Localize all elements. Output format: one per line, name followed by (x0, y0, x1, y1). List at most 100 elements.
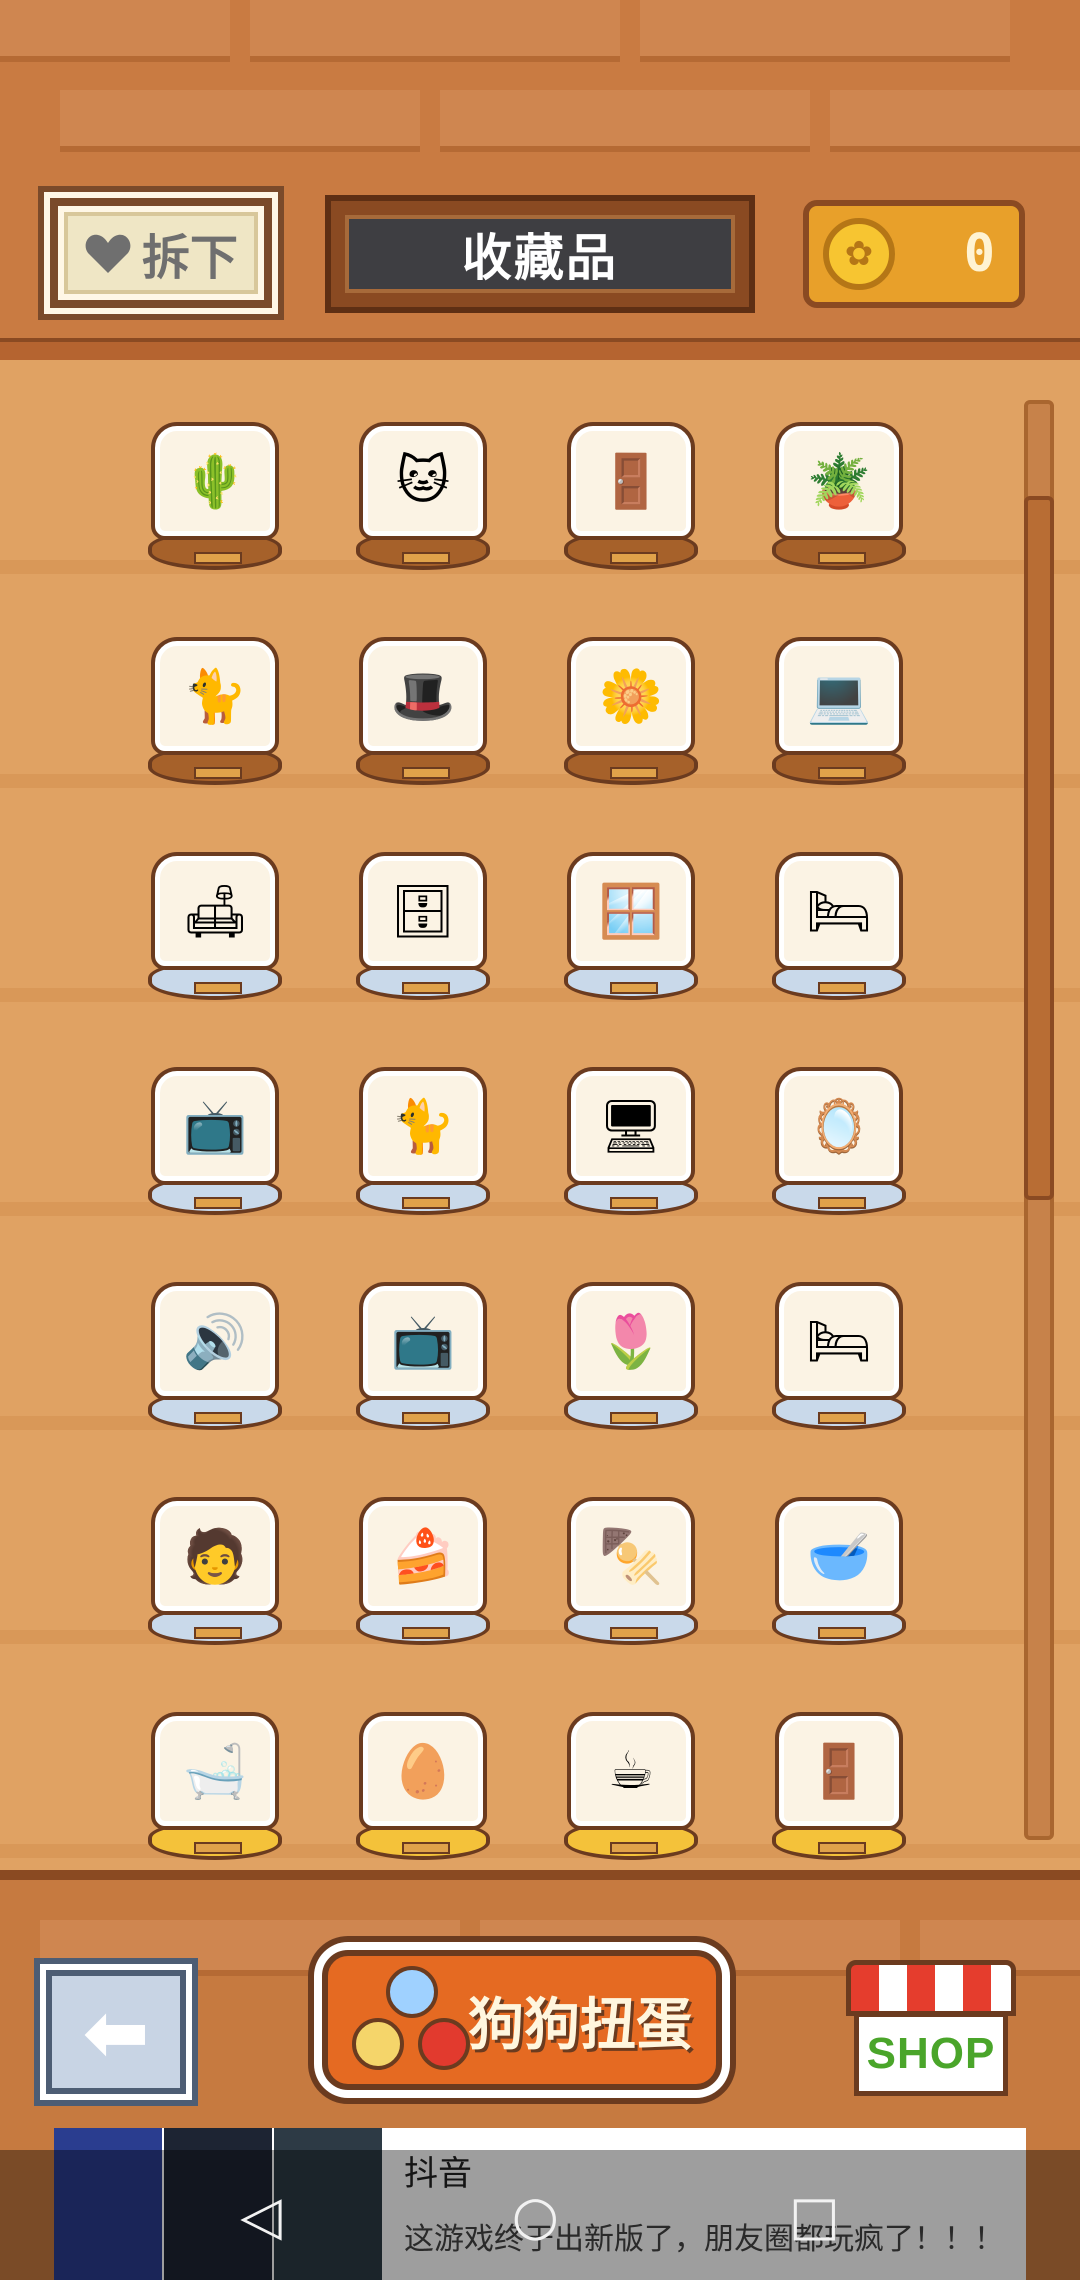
collectible-cat-with-bowls[interactable]: 🥣 (764, 1445, 914, 1645)
scrollbar-thumb[interactable] (1024, 496, 1054, 1200)
cat-in-cabinet-figure: 🗄 (363, 856, 483, 966)
nav-home-icon[interactable]: ○ (512, 2184, 559, 2247)
unpin-label: 拆下 (141, 230, 238, 286)
collectible-green-cat[interactable]: 🐈 (348, 1015, 498, 1215)
paw-coin-icon: ✿ (823, 218, 895, 290)
cat-with-plant-stool-figure: 🪴 (779, 426, 899, 536)
top-shelf-edge (0, 338, 1080, 360)
shop-awning-icon (846, 1960, 1016, 2016)
collectible-cat-in-cabinet[interactable]: 🗄 (348, 800, 498, 1000)
silver-pedestal (772, 1605, 906, 1645)
cat-in-bathtub-figure: 🛁 (155, 1716, 275, 1826)
back-arrow-icon: ⬅ (82, 1985, 150, 2079)
collectible-curled-cat[interactable]: 🐈 (140, 585, 290, 785)
cat-doorway-figure: 🚪 (779, 1716, 899, 1826)
nav-back-icon[interactable]: ◁ (240, 2184, 282, 2247)
collectible-cat-under-table[interactable]: 🍰 (348, 1445, 498, 1645)
silver-pedestal (356, 1605, 490, 1645)
collectible-cat-at-window[interactable]: 🪟 (556, 800, 706, 1000)
silver-pedestal (564, 1175, 698, 1215)
coin-count: 0 (963, 224, 995, 284)
collectible-cat-with-flowers[interactable]: 🌼 (556, 585, 706, 785)
collectible-cat-on-coat-rack[interactable]: 🐱 (348, 370, 498, 570)
tv-stand-figure: 📺 (363, 1286, 483, 1396)
silver-pedestal (148, 960, 282, 1000)
gacha-balls-icon (342, 1966, 482, 2086)
cat-in-bed-cushion-figure: 🛏 (779, 1286, 899, 1396)
wood-pedestal (772, 745, 906, 785)
silver-pedestal (772, 1390, 906, 1430)
silver-pedestal (356, 1390, 490, 1430)
collectible-cat-computer[interactable]: 🖥 (556, 1015, 706, 1215)
cat-with-laptop-figure: 💻 (779, 641, 899, 751)
back-button[interactable]: ⬅ (46, 1970, 186, 2094)
collectible-cat-with-skewer[interactable]: 🍢 (556, 1445, 706, 1645)
gacha-button[interactable]: 狗狗扭蛋 (322, 1950, 722, 2090)
unpin-button[interactable]: 拆下 (50, 198, 272, 308)
heart-icon (85, 234, 131, 273)
wood-pedestal (564, 745, 698, 785)
silver-pedestal (356, 1175, 490, 1215)
collectible-cat-on-bed[interactable]: 🛏 (764, 800, 914, 1000)
collectible-cat-with-plant-stool[interactable]: 🪴 (764, 370, 914, 570)
nav-recents-icon[interactable]: □ (789, 2184, 840, 2247)
cat-on-coat-rack-figure: 🐱 (363, 426, 483, 536)
silver-pedestal (356, 960, 490, 1000)
page-title: 收藏品 (462, 229, 618, 287)
wood-pedestal (564, 530, 698, 570)
gold-pedestal (148, 1820, 282, 1860)
cat-computer-figure: 🖥 (571, 1071, 691, 1181)
collectible-cat-with-planter[interactable]: 🌷 (556, 1230, 706, 1430)
cat-at-window-figure: 🪟 (571, 856, 691, 966)
wood-pedestal (356, 530, 490, 570)
green-cat-figure: 🐈 (363, 1071, 483, 1181)
gold-pedestal (356, 1820, 490, 1860)
gacha-label: 狗狗扭蛋 (468, 1992, 692, 2058)
wood-pedestal (148, 745, 282, 785)
silver-pedestal (148, 1175, 282, 1215)
collectible-cat-with-hat[interactable]: 🎩 (348, 585, 498, 785)
wardrobe-figure: 🚪 (571, 426, 691, 536)
collectible-cat-in-bed-cushion[interactable]: 🛏 (764, 1230, 914, 1430)
collectible-cat-in-bathtub[interactable]: 🛁 (140, 1660, 290, 1860)
cat-on-armchair-figure: 🛋 (155, 856, 275, 966)
cat-on-bed-figure: 🛏 (779, 856, 899, 966)
cat-with-owner-figure: 🧑 (155, 1501, 275, 1611)
shop-label: SHOP (866, 2029, 996, 2078)
shop-button[interactable]: SHOP (846, 1960, 1016, 2096)
cat-with-hat-figure: 🎩 (363, 641, 483, 751)
collectible-cat-with-speaker[interactable]: 🔊 (140, 1230, 290, 1430)
collectible-cat-at-cafe[interactable]: ☕ (556, 1660, 706, 1860)
collectible-cat-with-owner[interactable]: 🧑 (140, 1445, 290, 1645)
collectible-cat-doorway[interactable]: 🚪 (764, 1660, 914, 1860)
cat-at-cafe-figure: ☕ (571, 1716, 691, 1826)
silver-pedestal (564, 960, 698, 1000)
cat-with-speaker-figure: 🔊 (155, 1286, 275, 1396)
collectible-tv-cabinet[interactable]: 📺 (140, 1015, 290, 1215)
page-title-frame: 收藏品 (325, 195, 755, 313)
silver-pedestal (772, 960, 906, 1000)
cat-under-table-figure: 🍰 (363, 1501, 483, 1611)
cat-mirror-figure: 🪞 (779, 1071, 899, 1181)
gold-pedestal (564, 1820, 698, 1860)
curled-cat-figure: 🐈 (155, 641, 275, 751)
silver-pedestal (564, 1390, 698, 1430)
wood-pedestal (772, 530, 906, 570)
collectible-cat-with-laptop[interactable]: 💻 (764, 585, 914, 785)
wood-pedestal (148, 530, 282, 570)
collectible-tv-stand[interactable]: 📺 (348, 1230, 498, 1430)
collectible-cat-on-armchair[interactable]: 🛋 (140, 800, 290, 1000)
collectible-cat-with-mirror-egg[interactable]: 🥚 (348, 1660, 498, 1860)
silver-pedestal (148, 1390, 282, 1430)
coin-counter: ✿ 0 (803, 200, 1025, 308)
silver-pedestal (148, 1605, 282, 1645)
collectible-wardrobe[interactable]: 🚪 (556, 370, 706, 570)
collectible-cat-with-cactus[interactable]: 🌵 (140, 370, 290, 570)
cat-with-bowls-figure: 🥣 (779, 1501, 899, 1611)
system-nav-bar: ◁ ○ □ (0, 2150, 1080, 2280)
cat-with-flowers-figure: 🌼 (571, 641, 691, 751)
silver-pedestal (772, 1175, 906, 1215)
wood-pedestal (356, 745, 490, 785)
cat-with-skewer-figure: 🍢 (571, 1501, 691, 1611)
collectible-cat-mirror[interactable]: 🪞 (764, 1015, 914, 1215)
